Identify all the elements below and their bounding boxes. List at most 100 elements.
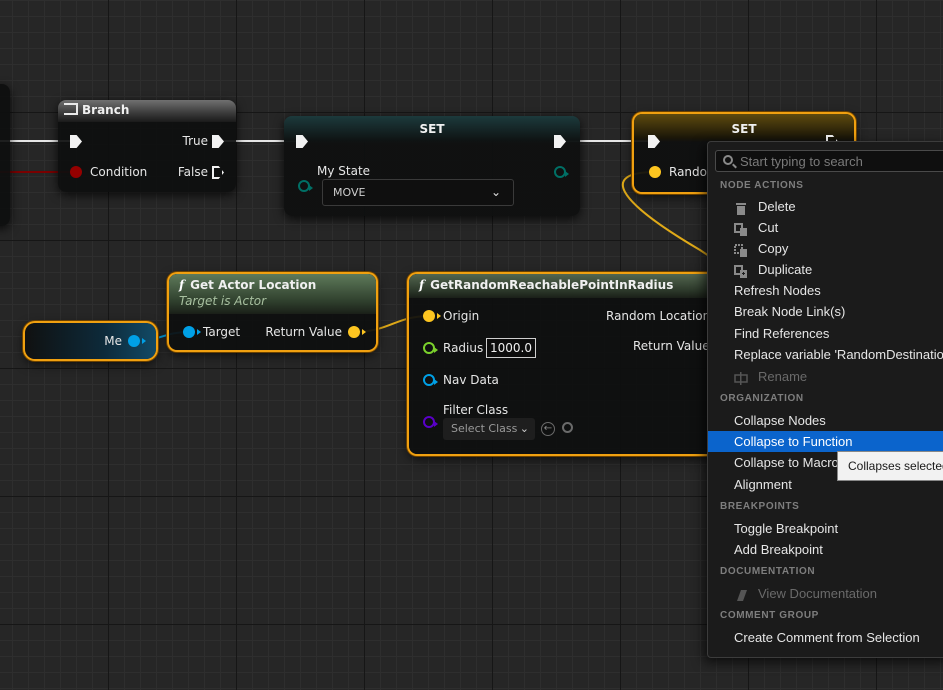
radius-row: Radius — [443, 339, 483, 357]
chevron-down-icon: ⌄ — [490, 185, 501, 199]
trash-icon — [734, 200, 748, 215]
view-documentation-label: View Documentation — [758, 586, 877, 601]
branch-header: Branch — [58, 100, 236, 122]
offscreen-node[interactable] — [0, 84, 10, 226]
false-exec-pin[interactable] — [212, 166, 224, 179]
menu-item-copy[interactable]: Copy — [708, 238, 943, 259]
my-state-out-pin[interactable] — [554, 166, 569, 178]
false-label: False — [177, 165, 208, 179]
section-comment-group: COMMENT GROUP — [720, 610, 819, 621]
get-actor-location-node[interactable]: f Get Actor Location Target is Actor Targ… — [169, 274, 376, 350]
section-breakpoints: BREAKPOINTS — [720, 501, 800, 512]
set-state-header: SET — [284, 116, 580, 140]
set-state-title: SET — [419, 122, 445, 136]
get-random-point-node[interactable]: f GetRandomReachablePointInRadius Origin … — [409, 274, 739, 454]
origin-label: Origin — [443, 309, 480, 323]
gal-return-pin[interactable] — [348, 326, 366, 338]
random-location-label: Random Location — [606, 309, 711, 323]
menu-item-view-documentation: View Documentation — [708, 583, 943, 604]
search-box[interactable] — [715, 150, 943, 172]
me-object-pin[interactable] — [128, 335, 146, 347]
menu-item-break-node-links[interactable]: Break Node Link(s) — [708, 301, 943, 322]
copy-label: Copy — [758, 241, 789, 256]
search-input[interactable] — [740, 152, 943, 170]
nav-data-row: Nav Data — [443, 371, 499, 389]
menu-item-collapse-to-function[interactable]: Collapse to Function — [708, 431, 943, 452]
select-class-label: Select Class — [451, 422, 518, 435]
branch-true-row: True — [183, 132, 209, 150]
browse-search-icon[interactable] — [562, 422, 573, 433]
copy-icon — [734, 242, 748, 257]
menu-item-replace-variable[interactable]: Replace variable 'RandomDestination' — [708, 344, 943, 365]
random-location-row: Random Location — [606, 307, 710, 325]
menu-item-rename: Rename — [708, 366, 943, 387]
condition-pin[interactable] — [70, 166, 82, 178]
function-icon: f — [179, 278, 185, 292]
use-selected-icon[interactable]: ← — [541, 422, 555, 436]
branch-icon — [64, 103, 78, 115]
menu-item-create-comment[interactable]: Create Comment from Selection — [708, 627, 943, 648]
filter-class-label: Filter Class — [443, 403, 509, 417]
random-vector-pin[interactable] — [649, 166, 661, 178]
radius-value-field[interactable]: 1000.0 — [486, 338, 536, 358]
branch-false-row: False — [178, 163, 208, 181]
documentation-icon — [734, 587, 748, 601]
my-state-pin[interactable] — [298, 180, 313, 192]
menu-item-duplicate[interactable]: Duplicate — [708, 259, 943, 280]
menu-item-delete[interactable]: Delete — [708, 196, 943, 217]
target-label: Target — [203, 325, 241, 339]
branch-title: Branch — [82, 103, 130, 117]
state-dropdown[interactable]: MOVE ⌄ — [322, 179, 514, 206]
target-pin[interactable] — [183, 326, 201, 338]
gal-header: f Get Actor Location Target is Actor — [169, 274, 376, 314]
set-random-header: SET — [634, 114, 854, 138]
state-value: MOVE — [333, 186, 366, 199]
nav-data-label: Nav Data — [443, 373, 499, 387]
radius-pin[interactable] — [423, 342, 438, 354]
gal-return-label: Return Value — [265, 325, 342, 339]
radius-label: Radius — [443, 341, 484, 355]
select-class-dropdown[interactable]: Select Class ⌄ — [443, 418, 535, 440]
cut-label: Cut — [758, 220, 779, 235]
grp-return-label: Return Value — [633, 339, 710, 353]
set-state-node[interactable]: SET My State MOVE ⌄ — [284, 116, 580, 216]
me-node[interactable]: Me — [25, 323, 156, 359]
gal-subtitle: Target is Actor — [179, 294, 267, 308]
cut-icon — [734, 221, 748, 236]
search-icon — [723, 155, 733, 165]
me-row: Me — [104, 332, 122, 350]
true-label: True — [182, 134, 209, 148]
delete-label: Delete — [758, 199, 796, 214]
target-row: Target — [203, 323, 240, 341]
true-exec-pin[interactable] — [212, 135, 224, 148]
menu-item-toggle-breakpoint[interactable]: Toggle Breakpoint — [708, 518, 943, 539]
my-state-row: My State — [317, 162, 370, 180]
rename-icon — [734, 370, 748, 385]
section-node-actions: NODE ACTIONS — [720, 180, 804, 191]
grp-return-row: Return Value — [633, 337, 710, 355]
exec-in-pin[interactable] — [70, 135, 82, 148]
context-menu: NODE ACTIONS Delete Cut Copy Duplicate R… — [707, 141, 943, 658]
tooltip: Collapses selected — [837, 451, 943, 481]
section-organization: ORGANIZATION — [720, 393, 804, 404]
menu-item-cut[interactable]: Cut — [708, 217, 943, 238]
my-state-label: My State — [317, 164, 371, 178]
grp-title: GetRandomReachablePointInRadius — [430, 278, 674, 292]
condition-label: Condition — [90, 165, 148, 179]
nav-data-pin[interactable] — [423, 374, 438, 386]
duplicate-label: Duplicate — [758, 262, 813, 277]
set-random-title: SET — [731, 122, 757, 136]
duplicate-icon — [734, 263, 748, 278]
menu-item-find-references[interactable]: Find References — [708, 323, 943, 344]
origin-row: Origin — [443, 307, 479, 325]
function-icon: f — [419, 278, 425, 292]
menu-item-collapse-nodes[interactable]: Collapse Nodes — [708, 410, 943, 431]
rename-label: Rename — [758, 369, 808, 384]
menu-item-add-breakpoint[interactable]: Add Breakpoint — [708, 539, 943, 560]
branch-node[interactable]: Branch True Condition False — [58, 100, 236, 192]
menu-item-refresh-nodes[interactable]: Refresh Nodes — [708, 280, 943, 301]
condition-row: Condition — [90, 163, 147, 181]
gal-return-row: Return Value — [265, 323, 342, 341]
filter-class-pin[interactable] — [423, 416, 438, 428]
origin-pin[interactable] — [423, 310, 441, 322]
